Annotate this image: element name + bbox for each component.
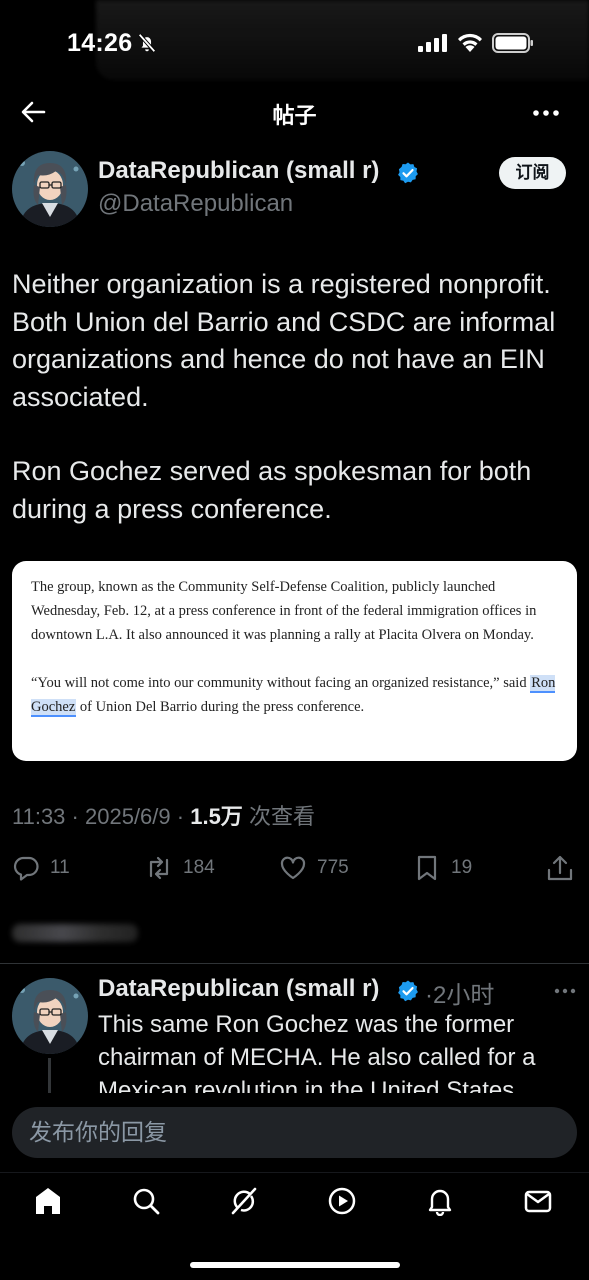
reply-input[interactable]: 发布你的回复 bbox=[12, 1107, 577, 1158]
search-icon[interactable] bbox=[131, 1186, 161, 1216]
bell-off-icon bbox=[138, 33, 156, 53]
more-icon[interactable] bbox=[530, 98, 562, 128]
image-text-after: of Union Del Barrio during the press con… bbox=[76, 699, 365, 715]
image-text-paragraph: “You will not come into our community wi… bbox=[31, 671, 559, 719]
image-text-paragraph: The group, known as the Community Self-D… bbox=[31, 579, 537, 643]
bookmark-icon bbox=[417, 855, 437, 881]
post-date: 2025/6/9 bbox=[85, 804, 171, 829]
more-icon[interactable] bbox=[553, 980, 577, 1002]
share-icon[interactable] bbox=[546, 853, 574, 883]
status-time: 14:26 bbox=[67, 29, 133, 57]
author-handle[interactable]: @DataRepublican bbox=[98, 190, 293, 218]
reply-count: 11 bbox=[50, 857, 70, 878]
meta-separator: · bbox=[176, 804, 191, 829]
post-time: 11:33 bbox=[12, 804, 66, 829]
status-bar: 14:26 bbox=[0, 0, 589, 88]
reply-time-value: 2小时 bbox=[433, 982, 495, 1009]
meta-separator: · bbox=[71, 804, 85, 829]
wifi-icon bbox=[458, 33, 482, 52]
post-meta: 11:33 · 2025/6/9 · 1.5万 次查看 bbox=[12, 799, 315, 831]
blurred-content bbox=[12, 924, 138, 942]
like-button[interactable]: 775 bbox=[279, 853, 349, 883]
heart-icon bbox=[280, 856, 306, 880]
thread-line bbox=[48, 1058, 51, 1098]
post-text-paragraph: Neither organization is a registered non… bbox=[12, 269, 556, 412]
notifications-icon[interactable] bbox=[425, 1186, 455, 1216]
battery-icon bbox=[492, 33, 533, 53]
top-bar: 帖子 bbox=[0, 88, 589, 140]
verified-badge-icon bbox=[398, 162, 418, 184]
reply-timestamp: ·2小时 bbox=[425, 975, 494, 1010]
cellular-signal-icon bbox=[418, 34, 447, 52]
bookmark-count: 19 bbox=[451, 857, 473, 878]
image-text-before: “You will not come into our community wi… bbox=[31, 675, 531, 691]
verified-badge-icon bbox=[398, 980, 418, 1002]
compose-bar: 发布你的回复 bbox=[0, 1093, 589, 1173]
repost-button[interactable]: 184 bbox=[145, 853, 215, 883]
subscribe-button[interactable]: 订阅 bbox=[499, 157, 566, 189]
reply-text: This same Ron Gochez was the former chai… bbox=[98, 1011, 536, 1100]
page-title: 帖子 bbox=[272, 103, 317, 128]
repost-icon bbox=[149, 856, 169, 880]
post-text-paragraph: Ron Gochez served as spokesman for both … bbox=[12, 456, 532, 524]
reply-author-avatar[interactable] bbox=[12, 978, 88, 1054]
home-icon[interactable] bbox=[33, 1186, 63, 1216]
messages-icon[interactable] bbox=[523, 1186, 553, 1216]
author-name[interactable]: DataRepublican (small r) bbox=[98, 157, 379, 185]
repost-count: 184 bbox=[183, 857, 215, 878]
meta-separator: · bbox=[425, 982, 433, 1009]
like-count: 775 bbox=[317, 857, 349, 878]
video-icon[interactable] bbox=[327, 1186, 357, 1216]
author-avatar[interactable] bbox=[12, 151, 88, 227]
views-label: 次查看 bbox=[248, 804, 315, 829]
home-indicator[interactable] bbox=[190, 1262, 400, 1268]
divider bbox=[0, 963, 589, 964]
view-count[interactable]: 1.5万 bbox=[190, 804, 243, 829]
reply-author-name[interactable]: DataRepublican (small r) bbox=[98, 975, 379, 1003]
reply-icon bbox=[13, 856, 39, 881]
bookmark-button[interactable]: 19 bbox=[413, 853, 472, 883]
post-image[interactable]: The group, known as the Community Self-D… bbox=[12, 561, 577, 761]
grok-icon[interactable] bbox=[229, 1186, 259, 1216]
reply-button[interactable]: 11 bbox=[12, 853, 70, 883]
